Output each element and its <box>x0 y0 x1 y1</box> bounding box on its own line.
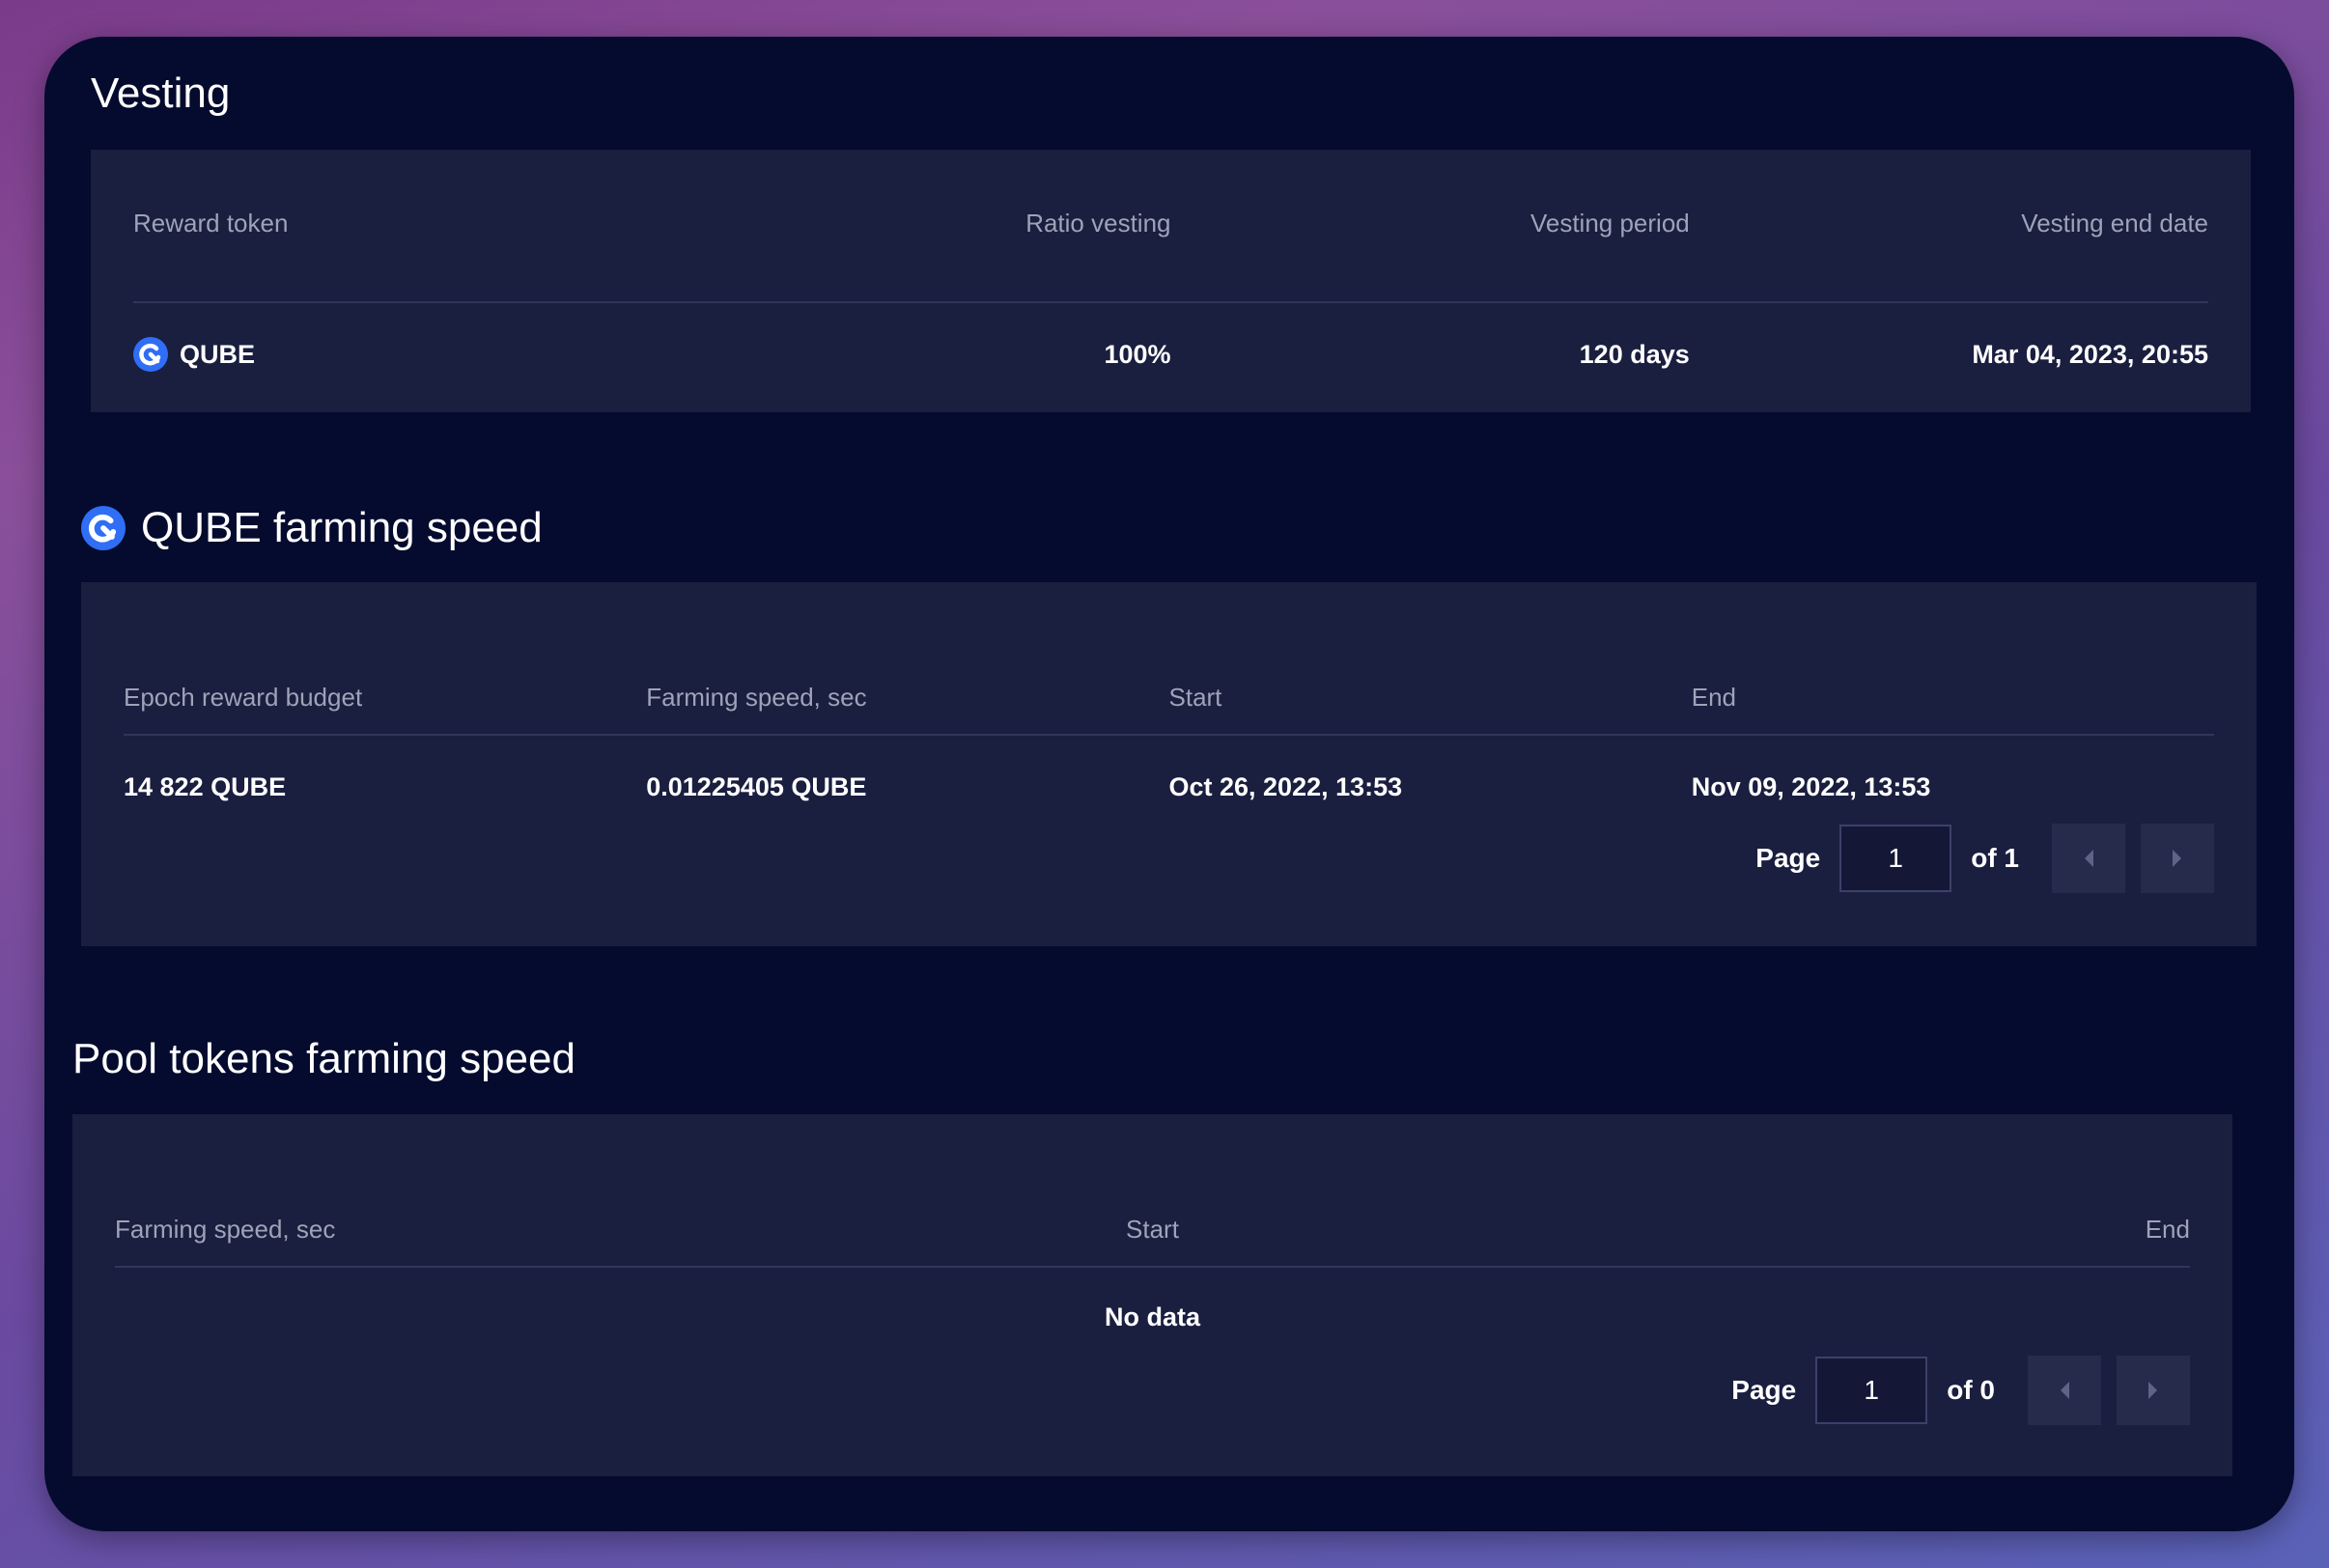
qube-speed-pagination: Page of 1 <box>1755 824 2214 893</box>
header-pool-start: Start <box>1126 1214 1179 1244</box>
qube-logo-icon <box>81 506 126 550</box>
start-value: Oct 26, 2022, 13:53 <box>1168 771 1403 801</box>
page-label: Page <box>1755 843 1821 873</box>
vesting-header-row: Reward token Ratio vesting Vesting perio… <box>133 208 2208 238</box>
reward-token-cell: QUBE <box>133 337 652 372</box>
header-vesting-end-date: Vesting end date <box>2021 208 2208 238</box>
next-page-button[interactable] <box>2117 1356 2190 1425</box>
pool-speed-header-row: Farming speed, sec Start End <box>115 1214 2190 1245</box>
end-value: Nov 09, 2022, 13:53 <box>1691 771 1931 801</box>
ratio-vesting-value: 100% <box>1104 339 1171 369</box>
header-ratio-vesting: Ratio vesting <box>1025 208 1171 238</box>
vesting-panel: Reward token Ratio vesting Vesting perio… <box>91 150 2251 412</box>
prev-page-button[interactable] <box>2052 824 2125 893</box>
no-data-label: No data <box>1104 1302 1200 1331</box>
reward-token-name: QUBE <box>180 339 256 369</box>
table-row: 14 822 QUBE 0.01225405 QUBE Oct 26, 2022… <box>124 768 2214 806</box>
page-number-input[interactable] <box>1815 1357 1928 1424</box>
qube-logo-icon <box>133 337 168 372</box>
pool-speed-pagination: Page of 0 <box>1731 1356 2190 1425</box>
header-vesting-period: Vesting period <box>1529 208 1690 238</box>
page-label: Page <box>1731 1375 1797 1405</box>
header-reward-token: Reward token <box>133 208 289 238</box>
chevron-left-icon <box>2085 850 2093 867</box>
pool-speed-title: Pool tokens farming speed <box>72 1035 575 1082</box>
header-pool-end: End <box>2145 1214 2190 1244</box>
farming-details-window: Vesting Reward token Ratio vesting Vesti… <box>44 37 2294 1531</box>
table-row: QUBE 100% 120 days Mar 04, 2023, 20:55 <box>133 335 2208 374</box>
header-end: End <box>1691 682 1737 712</box>
qube-speed-panel: Epoch reward budget Farming speed, sec S… <box>81 582 2257 946</box>
page-number-input[interactable] <box>1839 825 1952 892</box>
pool-speed-divider <box>115 1266 2190 1268</box>
vesting-title: Vesting <box>91 70 231 117</box>
qube-speed-header-row: Epoch reward budget Farming speed, sec S… <box>124 682 2214 713</box>
page-total-label: of 1 <box>1971 843 2019 873</box>
chevron-right-icon <box>2148 1382 2157 1399</box>
next-page-button[interactable] <box>2141 824 2214 893</box>
vesting-period-value: 120 days <box>1579 339 1690 369</box>
prev-page-button[interactable] <box>2028 1356 2101 1425</box>
chevron-left-icon <box>2061 1382 2069 1399</box>
chevron-right-icon <box>2173 850 2181 867</box>
vesting-end-date-value: Mar 04, 2023, 20:55 <box>1972 339 2208 369</box>
farming-speed-value: 0.01225405 QUBE <box>646 771 867 801</box>
empty-state: No data <box>115 1298 2190 1336</box>
vesting-divider <box>133 301 2208 303</box>
epoch-reward-budget-value: 14 822 QUBE <box>124 771 287 801</box>
header-pool-farming-speed: Farming speed, sec <box>115 1214 336 1244</box>
page-total-label: of 0 <box>1947 1375 1995 1405</box>
header-epoch-reward-budget: Epoch reward budget <box>124 682 363 712</box>
header-start: Start <box>1168 682 1222 712</box>
pool-speed-panel: Farming speed, sec Start End No data Pag… <box>72 1114 2232 1476</box>
header-farming-speed: Farming speed, sec <box>646 682 867 712</box>
qube-speed-title: QUBE farming speed <box>81 504 543 552</box>
qube-speed-divider <box>124 734 2214 736</box>
